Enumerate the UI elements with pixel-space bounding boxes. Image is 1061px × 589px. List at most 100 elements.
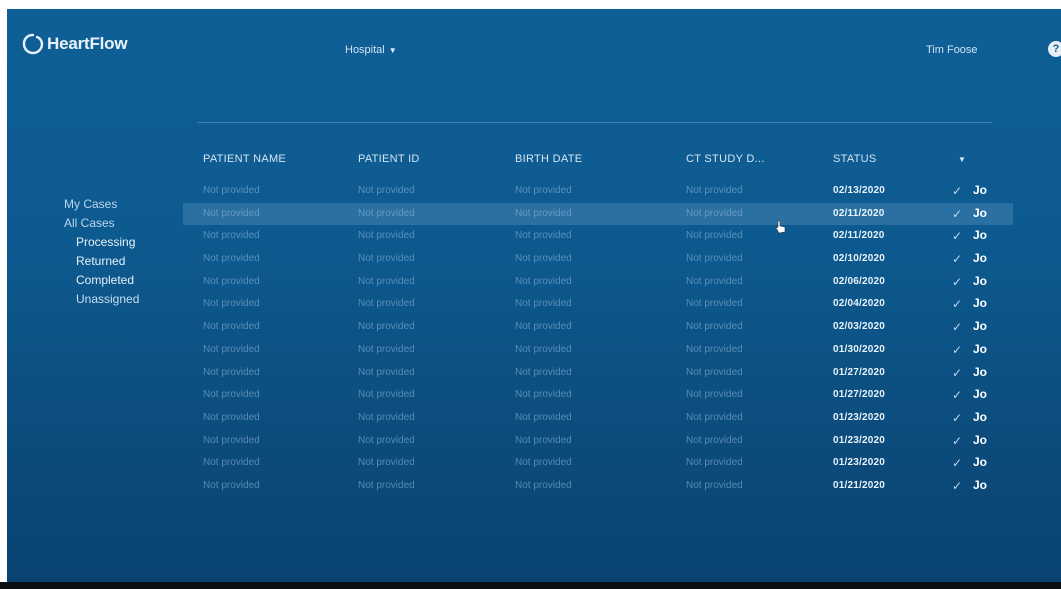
ct-study-date-cell: Not provided (686, 479, 743, 491)
ct-study-date-cell: Not provided (686, 185, 743, 196)
table-row[interactable]: Not provided Not provided Not provided Not … (183, 225, 1013, 248)
birth-date-cell: Not provided (515, 434, 572, 446)
assignee-initials: Jo (973, 205, 988, 220)
status-date-cell: 02/11/2020 (833, 230, 885, 242)
hospital-dropdown-label: Hospital (345, 44, 385, 56)
column-header-birth-date[interactable]: BIRTH DATE (515, 153, 582, 165)
patient-id-cell: Not provided (358, 207, 415, 219)
patient-name-cell: Not provided (203, 230, 260, 242)
app-window: HeartFlow Hospital ▼ Tim Foose ? My Case… (7, 9, 1061, 582)
ct-study-date-cell: Not provided (686, 321, 743, 333)
assignee-initials: Jo (973, 319, 988, 334)
patient-id-cell: Not provided (358, 479, 415, 491)
patient-id-cell: Not provided (358, 321, 415, 333)
sidebar-item-processing[interactable]: Processing (76, 233, 139, 252)
patient-id-cell: Not provided (358, 343, 415, 355)
ct-study-date-cell: Not provided (686, 457, 743, 469)
table-row[interactable]: Not provided Not provided Not provided Not … (183, 202, 1013, 226)
patient-id-cell: Not provided (358, 389, 415, 401)
ct-study-date-cell: Not provided (686, 298, 743, 310)
patient-name-cell: Not provided (203, 411, 260, 423)
sidebar-item-unassigned[interactable]: Unassigned (76, 290, 139, 309)
hospital-dropdown[interactable]: Hospital ▼ (345, 44, 397, 56)
cases-table: PATIENT NAME PATIENT ID BIRTH DATE CT ST… (183, 151, 1013, 493)
ct-study-date-cell: Not provided (686, 434, 743, 446)
column-header-patient-name[interactable]: PATIENT NAME (203, 153, 286, 165)
user-name[interactable]: Tim Foose (926, 44, 978, 56)
birth-date-cell: Not provided (515, 253, 572, 265)
assignee-initials: Jo (973, 341, 988, 356)
patient-name-cell: Not provided (203, 298, 260, 310)
table-row[interactable]: Not provided Not provided Not provided Not … (183, 475, 1013, 498)
checkmark-icon: ✓ (952, 229, 963, 244)
status-date-cell: 01/21/2020 (833, 479, 886, 491)
sidebar-item-returned[interactable]: Returned (76, 252, 139, 271)
patient-id-cell: Not provided (358, 185, 415, 196)
column-header-ct-study-date[interactable]: CT STUDY D... (686, 153, 765, 165)
assignee-initials: Jo (973, 455, 988, 470)
table-row[interactable]: Not provided Not provided Not provided Not … (183, 362, 1013, 385)
assignee-initials: Jo (973, 364, 988, 379)
table-row[interactable]: Not provided Not provided Not provided Not … (183, 452, 1013, 475)
assignee-initials: Jo (973, 409, 988, 424)
assignee-initials: Jo (973, 477, 988, 492)
column-header-status[interactable]: STATUS (833, 153, 877, 165)
status-date-cell: 01/27/2020 (833, 366, 886, 378)
birth-date-cell: Not provided (515, 230, 572, 242)
status-date-cell: 02/11/2020 (833, 207, 885, 219)
birth-date-cell: Not provided (515, 411, 572, 423)
table-row[interactable]: Not provided Not provided Not provided Not … (183, 248, 1013, 271)
assignee-initials: Jo (973, 432, 988, 447)
birth-date-cell: Not provided (515, 298, 572, 310)
patient-id-cell: Not provided (358, 411, 415, 423)
patient-name-cell: Not provided (203, 389, 260, 401)
status-date-cell: 01/23/2020 (833, 434, 886, 446)
checkmark-icon: ✓ (952, 365, 963, 380)
table-row[interactable]: Not provided Not provided Not provided Not … (183, 271, 1013, 294)
sidebar-item-all-cases[interactable]: All Cases (64, 214, 139, 233)
help-icon[interactable]: ? (1048, 41, 1061, 57)
assignee-initials: Jo (973, 183, 988, 197)
birth-date-cell: Not provided (515, 207, 572, 219)
sort-caret-icon[interactable]: ▼ (958, 155, 966, 164)
checkmark-icon: ✓ (952, 433, 963, 448)
table-row[interactable]: Not provided Not provided Not provided Not … (183, 407, 1013, 430)
checkmark-icon: ✓ (952, 320, 963, 335)
birth-date-cell: Not provided (515, 185, 572, 196)
birth-date-cell: Not provided (515, 343, 572, 355)
table-row[interactable]: Not provided Not provided Not provided Not … (183, 293, 1013, 316)
table-row[interactable]: Not provided Not provided Not provided Not … (183, 316, 1013, 339)
status-date-cell: 02/13/2020 (833, 185, 886, 196)
header-divider (197, 122, 992, 123)
patient-name-cell: Not provided (203, 366, 260, 378)
ct-study-date-cell: Not provided (686, 230, 743, 242)
checkmark-icon: ✓ (952, 252, 963, 267)
sidebar-item-my-cases[interactable]: My Cases (64, 195, 139, 214)
patient-name-cell: Not provided (203, 185, 260, 196)
ct-study-date-cell: Not provided (686, 275, 743, 287)
checkmark-icon: ✓ (952, 478, 963, 493)
heartflow-logo[interactable]: HeartFlow (21, 31, 128, 57)
sidebar-item-completed[interactable]: Completed (76, 271, 139, 290)
patient-name-cell: Not provided (203, 479, 260, 491)
patient-name-cell: Not provided (203, 321, 260, 333)
checkmark-icon: ✓ (952, 297, 963, 312)
table-body: Not provided Not provided Not provided Not … (183, 180, 1013, 498)
table-header: PATIENT NAME PATIENT ID BIRTH DATE CT ST… (183, 151, 1013, 173)
table-row[interactable]: Not provided Not provided Not provided Not … (183, 339, 1013, 362)
status-date-cell: 01/23/2020 (833, 457, 886, 469)
column-header-patient-id[interactable]: PATIENT ID (358, 153, 420, 165)
birth-date-cell: Not provided (515, 275, 572, 287)
patient-id-cell: Not provided (358, 366, 415, 378)
checkmark-icon: ✓ (952, 388, 963, 403)
table-row[interactable]: Not provided Not provided Not provided Not … (183, 384, 1013, 407)
patient-name-cell: Not provided (203, 457, 260, 469)
status-date-cell: 01/30/2020 (833, 343, 886, 355)
patient-id-cell: Not provided (358, 457, 415, 469)
status-date-cell: 01/27/2020 (833, 389, 886, 401)
status-date-cell: 02/10/2020 (833, 253, 886, 265)
table-row[interactable]: Not provided Not provided Not provided Not … (183, 180, 1013, 203)
logo-text: HeartFlow (47, 34, 128, 53)
caret-down-icon: ▼ (388, 45, 397, 55)
table-row[interactable]: Not provided Not provided Not provided Not … (183, 430, 1013, 453)
